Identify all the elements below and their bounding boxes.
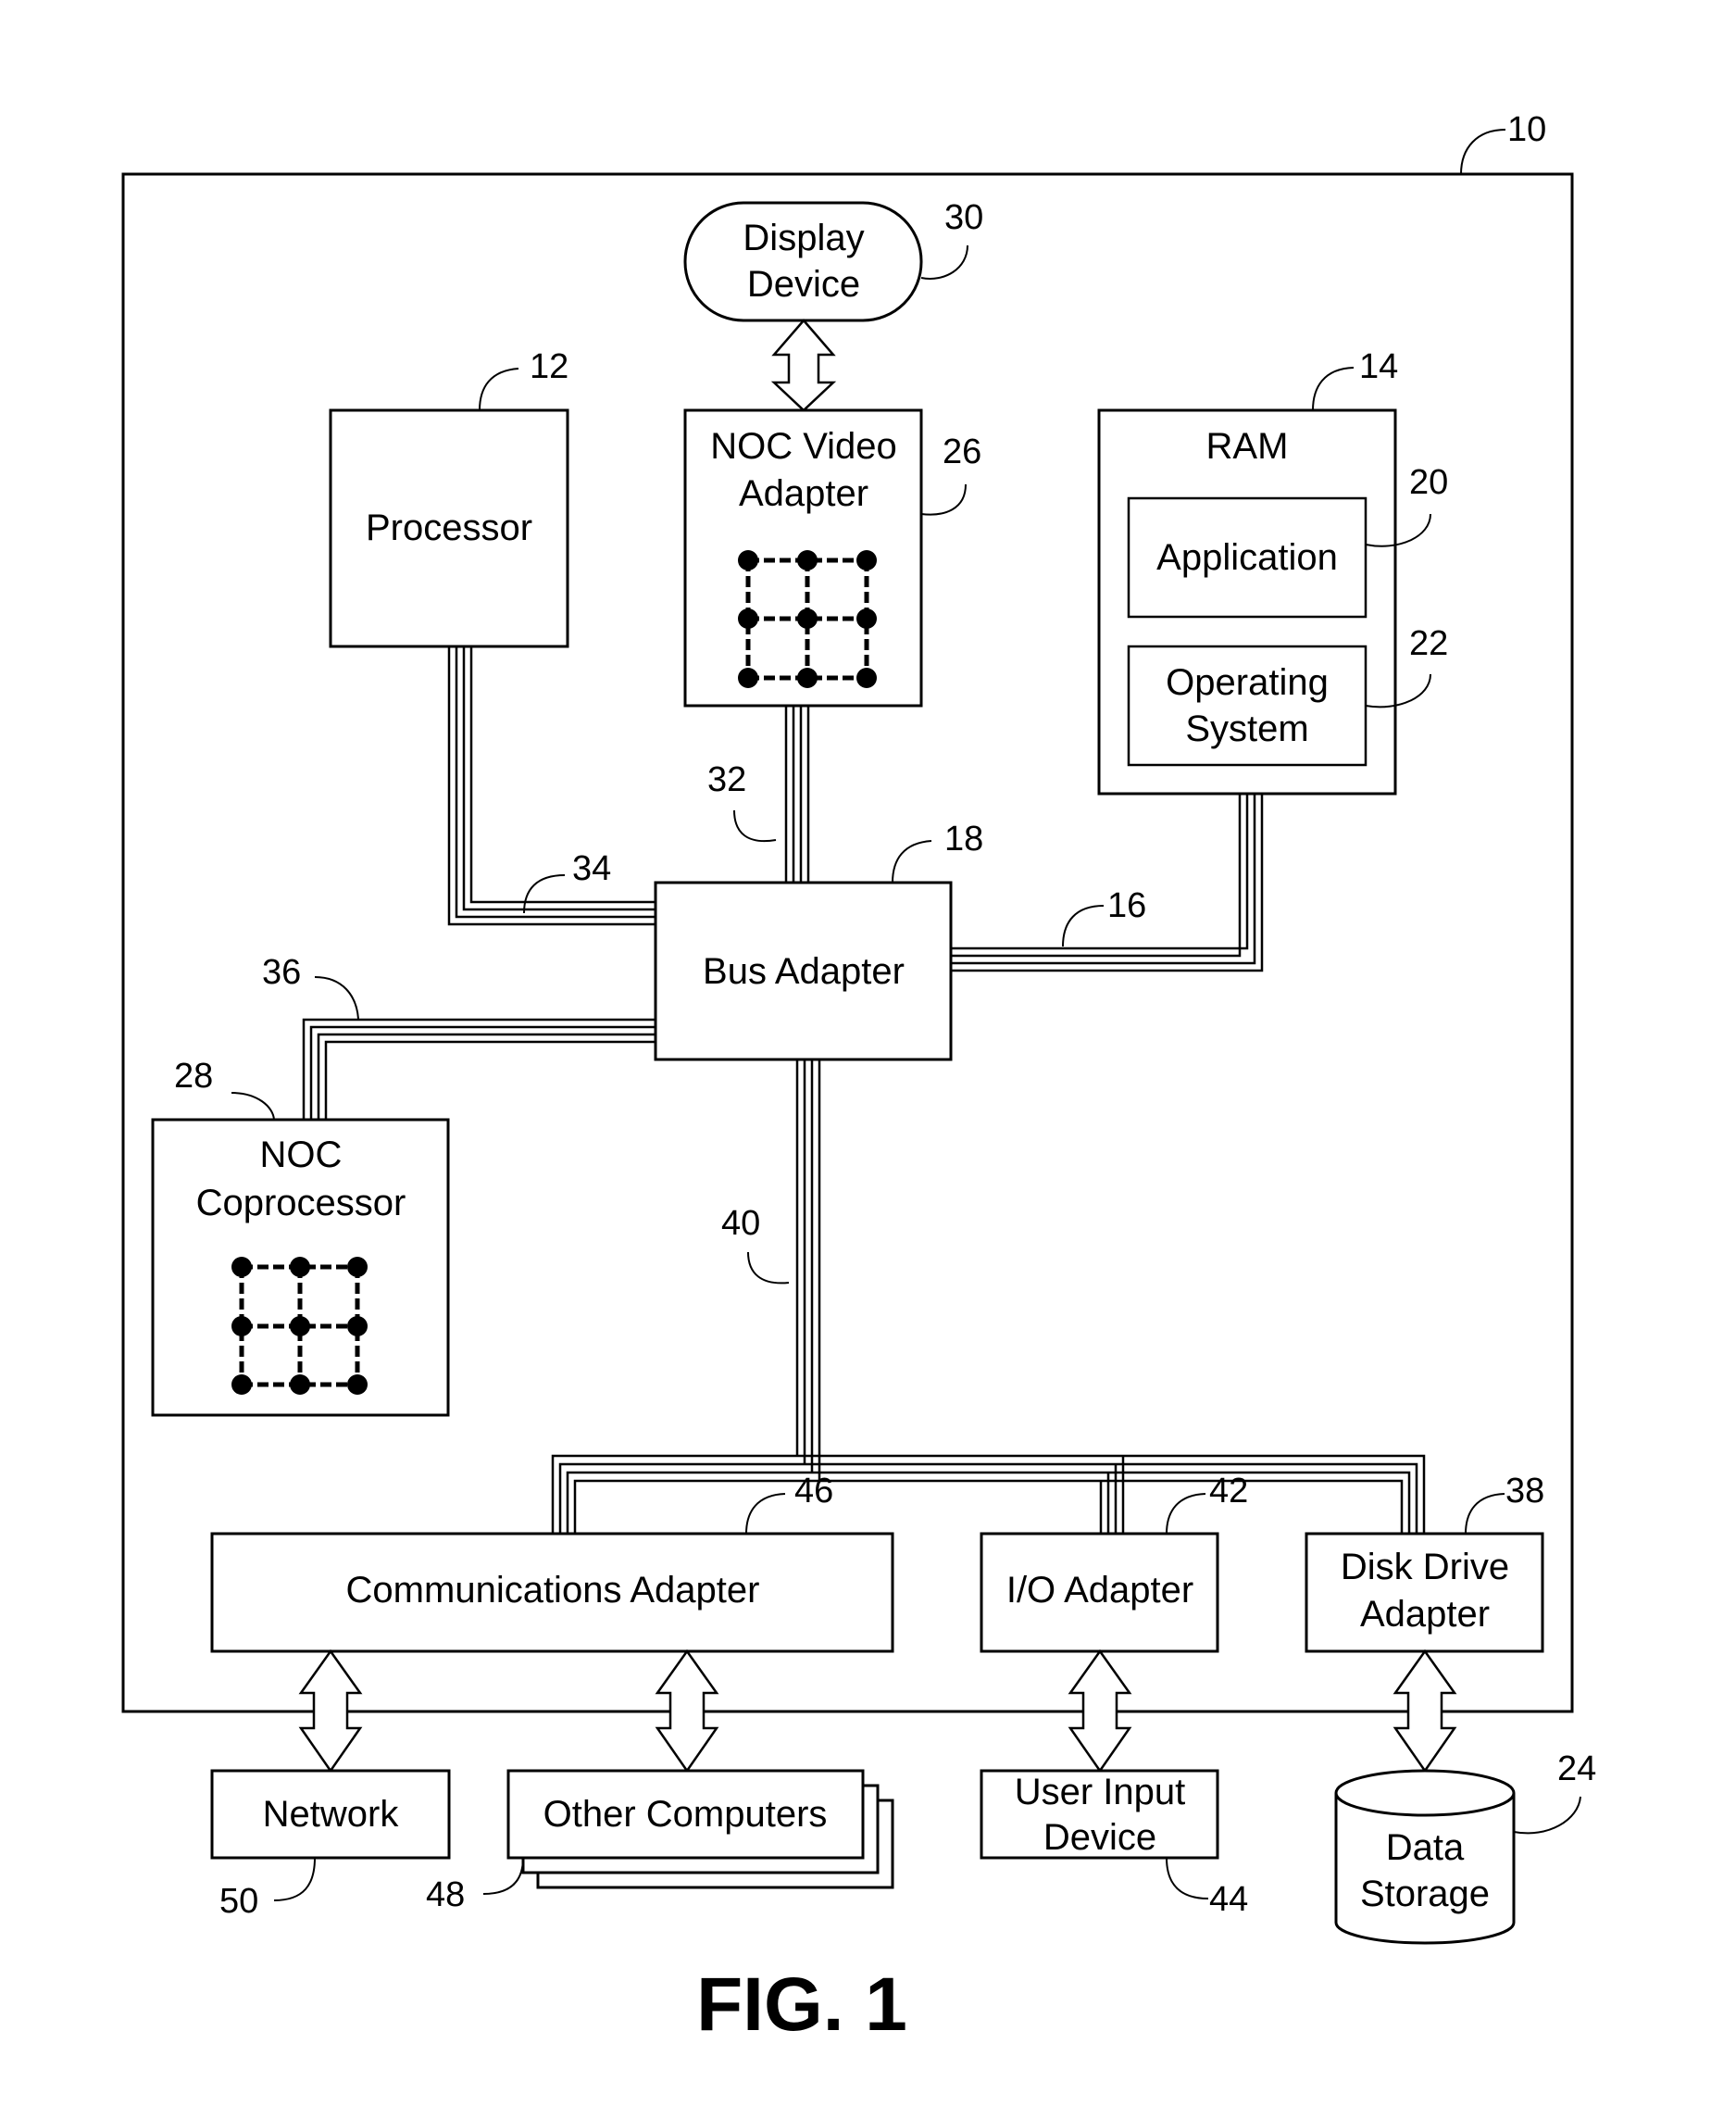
display-device-label-2: Device: [747, 264, 860, 305]
leader-48: [482, 1857, 524, 1895]
display-device-label-1: Display: [743, 218, 864, 258]
noc-video-adapter-label-1: NOC Video: [710, 426, 897, 467]
application-label: Application: [1156, 537, 1338, 578]
ref-36: 36: [262, 953, 301, 992]
figure-label: FIG. 1: [696, 1962, 907, 2047]
ref-10: 10: [1507, 110, 1546, 149]
user-input-device-label-1: User Input: [1015, 1772, 1186, 1812]
disk-drive-adapter-label-2: Adapter: [1360, 1594, 1490, 1635]
noc-coprocessor-label-2: Coprocessor: [196, 1183, 406, 1223]
ref-20: 20: [1409, 463, 1448, 502]
data-storage-label-1: Data: [1386, 1827, 1465, 1868]
disk-drive-adapter-label-1: Disk Drive: [1341, 1547, 1509, 1587]
data-storage-label-2: Storage: [1360, 1874, 1490, 1914]
ref-38: 38: [1505, 1472, 1544, 1511]
ref-24: 24: [1557, 1749, 1596, 1788]
ref-48: 48: [426, 1875, 465, 1914]
ram-label: RAM: [1206, 426, 1289, 467]
ref-50: 50: [219, 1882, 258, 1921]
ref-22: 22: [1409, 624, 1448, 663]
ref-42: 42: [1209, 1472, 1248, 1511]
ref-44: 44: [1209, 1880, 1248, 1919]
ref-16: 16: [1107, 886, 1146, 925]
ref-40: 40: [721, 1204, 760, 1243]
operating-system-label-1: Operating: [1166, 662, 1329, 703]
ref-18: 18: [944, 820, 983, 859]
ref-14: 14: [1359, 347, 1398, 386]
block-diagram: 10 34 32 16 36 40 Display Device 30 Proc…: [121, 110, 1596, 2047]
user-input-device-label-2: Device: [1043, 1817, 1156, 1858]
bus-adapter-label: Bus Adapter: [703, 951, 905, 992]
ref-32: 32: [707, 760, 746, 799]
network-label: Network: [263, 1794, 400, 1835]
leader-44: [1166, 1857, 1209, 1899]
operating-system-label-2: System: [1185, 708, 1308, 749]
leader-24: [1513, 1796, 1581, 1835]
ref-12: 12: [530, 347, 568, 386]
ref-28: 28: [174, 1057, 213, 1096]
ref-26: 26: [943, 432, 981, 471]
leader-50: [273, 1857, 316, 1901]
ref-34: 34: [572, 849, 611, 888]
noc-video-adapter-label-2: Adapter: [739, 473, 868, 514]
other-computers-label: Other Computers: [543, 1794, 828, 1835]
communications-adapter-label: Communications Adapter: [346, 1570, 760, 1611]
ref-46: 46: [794, 1472, 833, 1511]
processor-label: Processor: [366, 508, 532, 548]
io-adapter-label: I/O Adapter: [1006, 1570, 1193, 1611]
leader-10: [1460, 129, 1506, 175]
ref-30: 30: [944, 198, 983, 237]
noc-coprocessor-label-1: NOC: [260, 1134, 343, 1175]
